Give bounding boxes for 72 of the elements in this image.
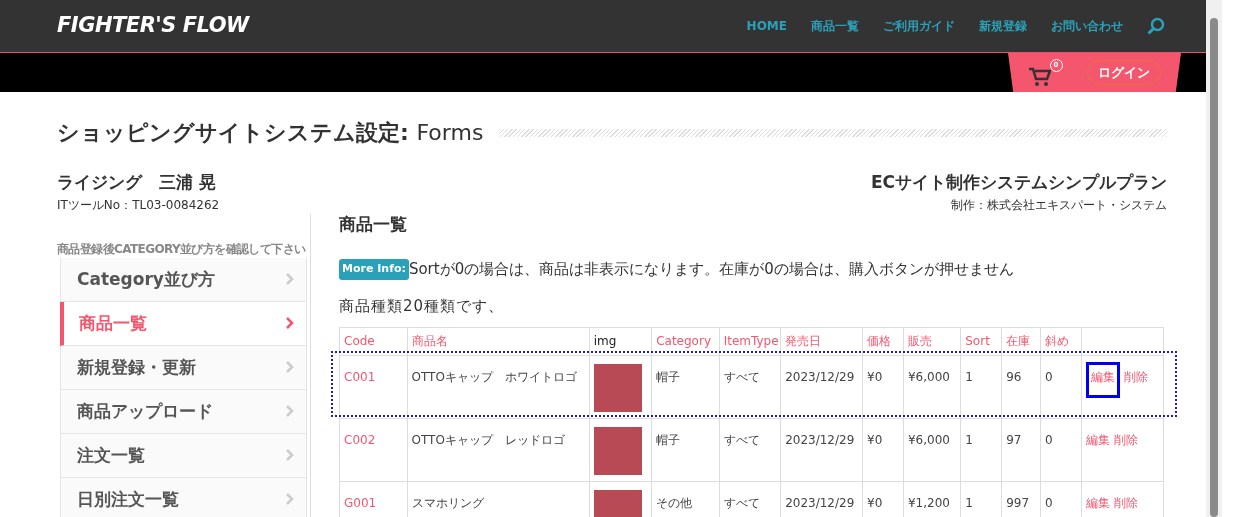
delete-link[interactable]: 削除 [1114, 433, 1138, 448]
nav-link[interactable]: ご利用ガイド [883, 17, 955, 35]
edit-link[interactable]: 編集 [1086, 496, 1110, 511]
table-cell: ¥6,000 [903, 355, 961, 419]
nav-link[interactable]: 新規登録 [979, 17, 1027, 35]
chevron-icon [286, 317, 294, 330]
search-icon[interactable] [1147, 17, 1165, 35]
sidebar-item[interactable]: 商品アップロード [60, 389, 307, 434]
table-cell: C001 [339, 355, 408, 419]
delete-link[interactable]: 削除 [1124, 370, 1148, 385]
nav-link[interactable]: お問い合わせ [1051, 17, 1123, 35]
delete-link[interactable]: 削除 [1114, 496, 1138, 511]
table-cell: 96 [1001, 355, 1041, 419]
table-cell: すべて [719, 418, 781, 482]
page-title: ショッピングサイトシステム設定: Forms [57, 120, 484, 147]
sidebar-note: 商品登録後CATEGORY並び方を確認して下さい [57, 240, 307, 258]
edit-link[interactable]: 編集 [1086, 362, 1120, 399]
sidebar-item[interactable]: Category並び方 [60, 257, 307, 302]
cart-icon [1028, 66, 1051, 87]
sidebar-item[interactable]: 日別注文一覧 [60, 477, 307, 517]
nav-link[interactable]: 商品一覧 [811, 17, 859, 35]
count-text: 商品種類20種類です、 [339, 295, 506, 317]
table-cell: 帽子 [651, 355, 720, 419]
info-text: Sortが0の場合は、商品は非表示になります。在庫が0の場合は、購入ボタンが押せません [408, 259, 1014, 281]
column-header: 在庫 [1001, 327, 1041, 356]
table-cell: 2023/12/29 [780, 355, 863, 419]
nav-link[interactable]: HOME [746, 17, 787, 35]
table-cell: 2023/12/29 [780, 418, 863, 482]
tool-number: ITツールNo：TL03-0084262 [57, 196, 220, 214]
table-cell: すべて [719, 355, 781, 419]
table-cell: 帽子 [651, 418, 720, 482]
column-header: 販売 [903, 327, 961, 356]
column-header: Category [651, 327, 720, 356]
table-cell: 0 [1040, 355, 1082, 419]
chevron-icon [286, 405, 294, 418]
column-header: Sort [960, 327, 1002, 356]
column-header: 商品名 [407, 327, 590, 356]
table-cell: OTTOキャップ ホワイトロゴ [407, 355, 590, 419]
chevron-icon [286, 449, 294, 462]
info-badge: More Info: [339, 259, 409, 280]
column-header: Code [339, 327, 408, 356]
column-header: 発売日 [780, 327, 863, 356]
column-header: 価格 [862, 327, 904, 356]
table-cell: 1 [960, 355, 1002, 419]
edit-link[interactable]: 編集 [1086, 433, 1110, 448]
photo-placeholder [593, 364, 642, 413]
plan-name: ECサイト制作システムシンプルプラン [870, 171, 1167, 195]
table-cell: C002 [339, 418, 408, 482]
sidebar-item[interactable]: 新規登録・更新 [60, 345, 307, 390]
table-cell: ¥6,000 [903, 418, 961, 482]
logo[interactable]: FIGHTER'S FLOW [57, 10, 249, 42]
sidebar-item[interactable]: 商品一覧 [60, 301, 307, 346]
sidebar-item[interactable]: 注文一覧 [60, 433, 307, 478]
table-cell: 97 [1001, 418, 1041, 482]
scrollbar[interactable] [1206, 0, 1222, 517]
table-cell: 1 [960, 418, 1002, 482]
chevron-icon [286, 273, 294, 286]
table-cell: OTTOキャップ レッドロゴ [407, 418, 590, 482]
column-header: ItemType [719, 327, 781, 356]
login-button[interactable]: ログイン [1086, 59, 1161, 86]
maker-text: 制作：株式会社エキスパート・システム [950, 196, 1167, 214]
table-cell: ¥0 [862, 355, 904, 419]
table-cell: G001 [339, 481, 408, 517]
client-name: ライジング 三浦 晃 [57, 171, 217, 195]
column-header: 斜め [1040, 327, 1082, 356]
photo-placeholder [593, 427, 642, 476]
chevron-icon [286, 361, 294, 374]
column-header: img [589, 327, 652, 356]
section-title: 商品一覧 [339, 213, 408, 235]
table-cell: ¥0 [862, 418, 904, 482]
chevron-icon [286, 493, 294, 506]
table-cell: 0 [1040, 418, 1082, 482]
